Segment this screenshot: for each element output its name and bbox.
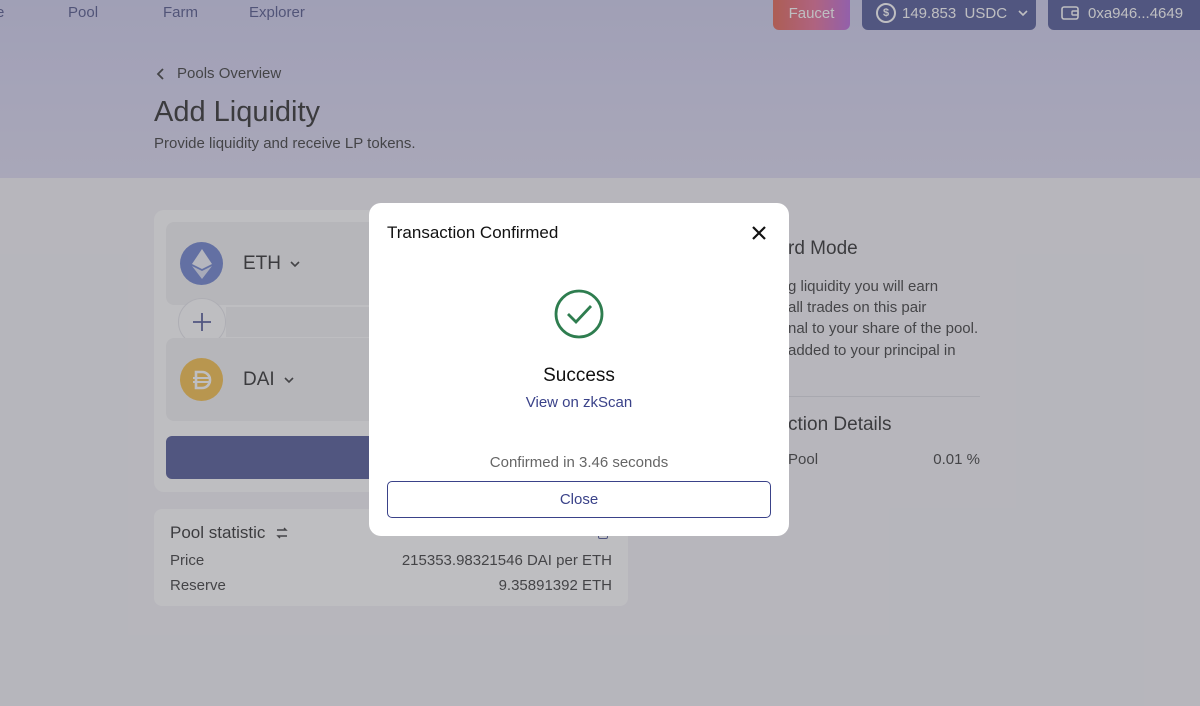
close-button[interactable]: Close bbox=[387, 481, 771, 518]
confirmation-time: Confirmed in 3.46 seconds bbox=[489, 454, 669, 471]
close-icon[interactable] bbox=[747, 221, 771, 245]
modal-title: Transaction Confirmed bbox=[387, 223, 559, 242]
transaction-confirmed-modal: Transaction Confirmed Success View on zk… bbox=[369, 203, 789, 536]
check-circle-icon bbox=[554, 289, 604, 339]
success-status: Success bbox=[543, 365, 615, 386]
view-on-zkscan-link[interactable]: View on zkScan bbox=[369, 394, 789, 411]
